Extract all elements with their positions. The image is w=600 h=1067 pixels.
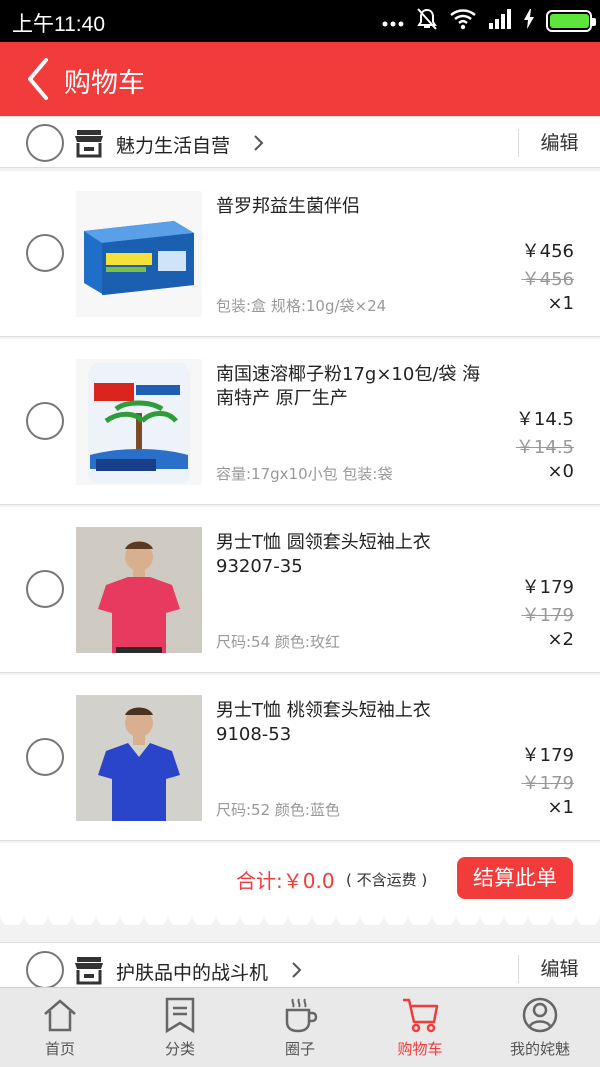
shop-edit-button[interactable]: 编辑: [518, 129, 600, 157]
item-select-radio[interactable]: [26, 402, 64, 440]
bookmark-icon: [165, 997, 195, 1034]
product-original-price: ￥179: [521, 773, 574, 794]
product-name[interactable]: 南国速溶椰子粉17g×10包/袋 海南特产 原厂生产: [216, 363, 486, 411]
total-amount: 合计:￥0.0: [236, 869, 335, 893]
product-price: ￥14.5: [515, 409, 574, 430]
product-image-coconut-powder[interactable]: [76, 359, 202, 485]
cart-icon: [403, 998, 439, 1033]
product-price: ￥179: [521, 745, 574, 766]
chevron-right-icon[interactable]: [290, 960, 304, 980]
product-quantity: ×1: [547, 293, 574, 314]
chevron-right-icon[interactable]: [252, 133, 266, 153]
product-quantity: ×1: [547, 797, 574, 818]
signal-icon: [488, 8, 512, 34]
app-header: 购物车: [0, 42, 600, 116]
chevron-left-icon: [28, 58, 48, 100]
product-image-red-tshirt[interactable]: [76, 527, 202, 653]
shipping-note: ( 不含运费 ): [346, 871, 428, 889]
mute-icon: [416, 7, 438, 35]
bottom-tab-bar: 首页 分类 圈子 购物车 我的姹魅: [0, 987, 600, 1067]
store-icon: [74, 128, 104, 158]
user-icon: [522, 997, 558, 1033]
cart-item[interactable]: 普罗邦益生菌伴侣 包装:盒 规格:10g/袋×24 ￥456 ￥456 ×1: [0, 171, 600, 337]
product-price: ￥456: [521, 241, 574, 262]
shop-select-radio[interactable]: [26, 124, 64, 162]
tab-circle[interactable]: 圈子: [240, 988, 360, 1067]
shop-header: 护肤品中的战斗机 编辑: [0, 942, 600, 989]
tab-home[interactable]: 首页: [0, 988, 120, 1067]
tab-cart[interactable]: 购物车: [360, 988, 480, 1067]
more-dots-icon: [382, 12, 404, 31]
product-quantity: ×2: [547, 629, 574, 650]
page-title: 购物车: [64, 68, 145, 99]
product-spec: 尺码:52 颜色:蓝色: [216, 801, 340, 819]
shop-header: 魅力生活自营 编辑: [0, 116, 600, 168]
shop-total-bar: 合计:￥0.0 ( 不含运费 ) 结算此单: [0, 843, 600, 911]
shop-name[interactable]: 魅力生活自营: [116, 131, 230, 158]
item-select-radio[interactable]: [26, 738, 64, 776]
shop-select-radio[interactable]: [26, 951, 64, 989]
tab-label: 分类: [164, 1040, 195, 1058]
home-icon: [44, 999, 76, 1032]
status-icons: [382, 7, 596, 35]
checkout-button[interactable]: 结算此单: [457, 857, 573, 899]
tab-label: 首页: [44, 1040, 75, 1058]
status-time: 上午11:40: [12, 13, 105, 36]
shop-edit-button[interactable]: 编辑: [518, 955, 600, 983]
product-image-blue-tshirt[interactable]: [76, 695, 202, 821]
product-original-price: ￥14.5: [515, 437, 574, 458]
battery-icon: [546, 10, 596, 32]
coffee-cup-icon: [285, 998, 318, 1033]
back-button[interactable]: [22, 56, 56, 102]
product-quantity: ×0: [547, 461, 574, 482]
wifi-icon: [450, 8, 476, 34]
charging-icon: [524, 9, 534, 33]
product-spec: 包装:盒 规格:10g/袋×24: [216, 297, 387, 315]
product-spec: 容量:17gx10小包 包装:袋: [216, 465, 393, 483]
scallop-divider: [0, 911, 600, 925]
product-image-probiotic[interactable]: [76, 191, 202, 317]
product-original-price: ￥179: [521, 605, 574, 626]
product-spec: 尺码:54 颜色:玫红: [216, 633, 340, 651]
product-original-price: ￥456: [521, 269, 574, 290]
product-name[interactable]: 男士T恤 圆领套头短袖上衣 93207-35: [216, 531, 486, 579]
item-select-radio[interactable]: [26, 234, 64, 272]
status-bar: 上午11:40: [0, 0, 600, 42]
tab-profile[interactable]: 我的姹魅: [480, 988, 600, 1067]
shop-name[interactable]: 护肤品中的战斗机: [116, 958, 268, 985]
tab-category[interactable]: 分类: [120, 988, 240, 1067]
cart-item[interactable]: 男士T恤 圆领套头短袖上衣 93207-35 尺码:54 颜色:玫红 ￥179 …: [0, 507, 600, 673]
product-name[interactable]: 男士T恤 桃领套头短袖上衣 9108-53: [216, 699, 486, 747]
tab-label: 我的姹魅: [509, 1040, 570, 1058]
cart-page: 上午11:40 购物车 魅力生活自营 编辑 普罗邦益生菌伴侣 包装:盒 规格:1…: [0, 0, 600, 1067]
cart-item[interactable]: 南国速溶椰子粉17g×10包/袋 海南特产 原厂生产 容量:17gx10小包 包…: [0, 339, 600, 505]
store-icon: [74, 955, 104, 985]
product-price: ￥179: [521, 577, 574, 598]
tab-label: 圈子: [284, 1040, 315, 1058]
tab-label: 购物车: [397, 1040, 443, 1058]
product-name[interactable]: 普罗邦益生菌伴侣: [216, 195, 486, 219]
item-select-radio[interactable]: [26, 570, 64, 608]
cart-item[interactable]: 男士T恤 桃领套头短袖上衣 9108-53 尺码:52 颜色:蓝色 ￥179 ￥…: [0, 675, 600, 841]
